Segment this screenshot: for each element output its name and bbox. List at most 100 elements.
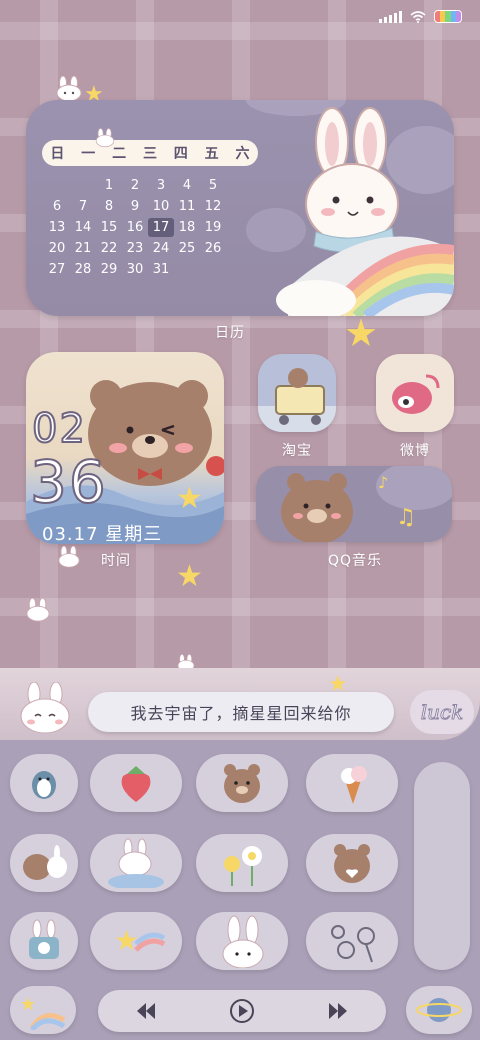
- calendar-day[interactable]: 4: [174, 176, 200, 195]
- luck-widget[interactable]: luck: [410, 690, 474, 734]
- camera-bunny-icon: [29, 919, 59, 959]
- app-icecream-icon[interactable]: [306, 754, 398, 812]
- weekday-label: 四: [173, 146, 188, 162]
- bunny-face-icon: [20, 682, 70, 734]
- calendar-day-empty: [44, 176, 70, 195]
- clock-label: 时间: [101, 553, 131, 569]
- bunny-cloud-icon: [108, 838, 164, 888]
- play-button[interactable]: [222, 995, 262, 1027]
- qq-music-widget[interactable]: ♪ ♫: [256, 466, 452, 542]
- calendar-day[interactable]: 17: [148, 218, 174, 237]
- calendar-day[interactable]: 31: [148, 260, 174, 279]
- battery-icon: [434, 10, 462, 23]
- app-penguin-icon[interactable]: [10, 754, 78, 812]
- svg-text:♪: ♪: [378, 473, 388, 492]
- calendar-label: 日历: [215, 325, 245, 341]
- calendar-day-grid: 1 2 3 4 5 6 7 8 9 10 11 12 13 14 15 16 17 18 19 20 21 22 23 24 2…: [44, 176, 254, 279]
- app-moon-rainbow-icon[interactable]: ★: [10, 986, 76, 1034]
- cart-bear-icon: [258, 368, 336, 432]
- app-bunny-ears-icon[interactable]: [196, 912, 288, 970]
- side-widget[interactable]: [414, 762, 470, 970]
- app-bear-heart-icon[interactable]: [306, 834, 398, 892]
- calendar-day[interactable]: 2: [122, 176, 148, 195]
- previous-button[interactable]: [126, 995, 166, 1027]
- app-planet-icon[interactable]: [406, 986, 472, 1034]
- bunny-ears-icon: [222, 915, 264, 968]
- app-flower-icon[interactable]: [196, 834, 288, 892]
- previous-icon: [137, 1003, 155, 1019]
- calendar-day[interactable]: 21: [70, 239, 96, 258]
- calendar-day[interactable]: 23: [122, 239, 148, 258]
- calendar-day[interactable]: 18: [174, 218, 200, 237]
- bunny-sticker-icon: [26, 598, 50, 622]
- calendar-day[interactable]: 20: [44, 239, 70, 258]
- app-bunny-cloud-icon[interactable]: [90, 834, 182, 892]
- weibo-app-icon[interactable]: [376, 354, 454, 432]
- calendar-day[interactable]: 19: [200, 218, 226, 237]
- calendar-day[interactable]: 28: [70, 260, 96, 279]
- weibo-label: 微博: [400, 443, 430, 459]
- calendar-day[interactable]: 12: [200, 197, 226, 216]
- clock-minute: 36: [29, 447, 108, 517]
- bear-bunny-icon: [23, 845, 67, 880]
- calendar-day[interactable]: 26: [200, 239, 226, 258]
- clock-hour: 02: [31, 405, 87, 453]
- weekday-label: 三: [142, 146, 157, 162]
- calendar-day[interactable]: 30: [122, 260, 148, 279]
- calendar-day[interactable]: 11: [174, 197, 200, 216]
- qq-music-label: QQ音乐: [327, 553, 383, 569]
- app-bubble-wand-icon[interactable]: [306, 912, 398, 970]
- calendar-day[interactable]: 16: [122, 218, 148, 237]
- calendar-day[interactable]: 13: [44, 218, 70, 237]
- calendar-day[interactable]: 25: [174, 239, 200, 258]
- flower-icon: [224, 846, 262, 886]
- bear-icon: [224, 764, 260, 803]
- rabbit-illustration-icon: [276, 107, 454, 316]
- calendar-day[interactable]: 8: [96, 197, 122, 216]
- app-strawberry-icon[interactable]: [90, 754, 182, 812]
- bubble-wand-icon: [331, 925, 375, 963]
- calendar-day[interactable]: 22: [96, 239, 122, 258]
- calendar-widget[interactable]: 日 一 二 三 四 五 六 1 2 3 4 5 6 7 8 9 10 11 12 13 14 15 16 17 1…: [26, 100, 454, 316]
- calendar-day[interactable]: 3: [148, 176, 174, 195]
- calendar-weekday-header: 日 一 二 三 四 五 六: [42, 140, 258, 166]
- next-button[interactable]: [318, 995, 358, 1027]
- star-rainbow-icon: ★: [114, 924, 166, 957]
- clock-widget[interactable]: ★ 02 36 03.17 星期三: [26, 352, 224, 544]
- icecream-icon: [341, 766, 367, 804]
- calendar-day[interactable]: 29: [96, 260, 122, 279]
- calendar-day[interactable]: 5: [200, 176, 226, 195]
- signal-icon: [379, 10, 402, 23]
- weekday-label: 五: [204, 146, 219, 162]
- app-bear-icon[interactable]: [196, 754, 288, 812]
- calendar-day[interactable]: 24: [148, 239, 174, 258]
- calendar-day[interactable]: 1: [96, 176, 122, 195]
- bear-heart-icon: [334, 844, 370, 883]
- bunny-sticker-icon: [58, 546, 80, 568]
- app-bear-bunny-icon[interactable]: [10, 834, 78, 892]
- moon-rainbow-icon: ★: [20, 994, 66, 1030]
- app-star-rainbow-icon[interactable]: ★: [90, 912, 182, 970]
- calendar-day[interactable]: 6: [44, 197, 70, 216]
- strawberry-icon: [121, 766, 151, 802]
- weekday-label: 六: [235, 146, 250, 162]
- calendar-day[interactable]: 7: [70, 197, 96, 216]
- status-bar: [379, 10, 462, 23]
- message-bubble: 我去宇宙了，摘星星回来给你: [88, 692, 394, 732]
- calendar-day[interactable]: 27: [44, 260, 70, 279]
- calendar-day[interactable]: 14: [70, 218, 96, 237]
- calendar-day[interactable]: 10: [148, 197, 174, 216]
- calendar-day[interactable]: 9: [122, 197, 148, 216]
- taobao-label: 淘宝: [282, 443, 312, 459]
- svg-text:♫: ♫: [396, 505, 416, 530]
- bunny-sticker-icon: [95, 128, 115, 148]
- calendar-day[interactable]: 15: [96, 218, 122, 237]
- play-icon: [230, 999, 254, 1023]
- wifi-icon: [410, 10, 426, 23]
- svg-text:★: ★: [114, 924, 139, 957]
- taobao-app-icon[interactable]: [258, 354, 336, 432]
- weekday-label: 日: [50, 146, 65, 162]
- app-camera-bunny-icon[interactable]: [10, 912, 78, 970]
- bunny-sticker-icon: [56, 76, 82, 102]
- next-icon: [329, 1003, 347, 1019]
